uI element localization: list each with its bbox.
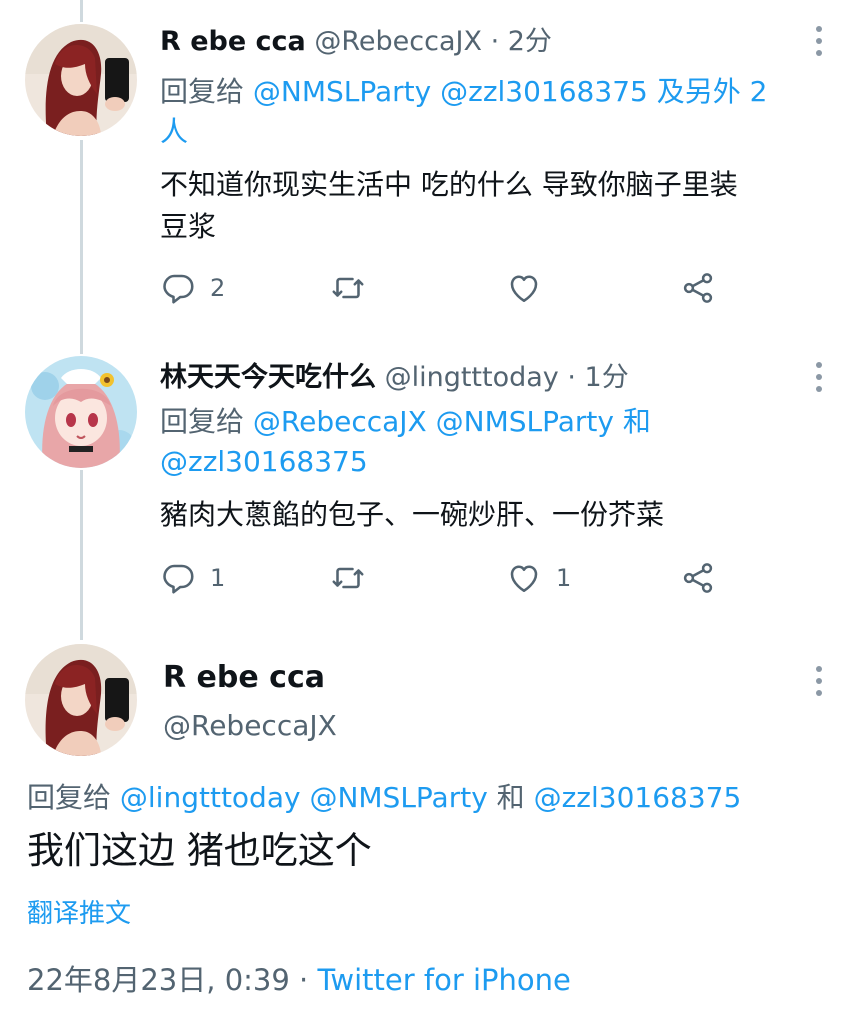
timestamp[interactable]: 2分 [508,26,552,57]
separator: · [558,362,585,393]
reply-mentions[interactable]: @NMSLParty @zzl30168375 及另外 2 [253,75,768,108]
display-name[interactable]: R ebe cca [163,658,325,698]
tweet-text-line: 豆浆 [160,210,217,243]
selfie-avatar-icon [25,24,137,136]
reply-count: 1 [210,564,226,592]
reply-tweet-1[interactable]: R ebe cca @RebeccaJX · 2分 回复给 @NMSLParty… [0,0,859,330]
share-button[interactable] [680,558,716,598]
more-icon[interactable] [815,26,823,62]
like-button[interactable]: 1 [506,558,571,598]
reply-icon [163,564,194,594]
more-icon[interactable] [815,666,823,702]
tweet-source[interactable]: Twitter for iPhone [317,963,570,997]
reply-mentions[interactable]: @RebeccaJX @NMSLParty 和 [253,405,651,438]
timestamp[interactable]: 1分 [585,362,629,393]
share-icon [683,563,713,593]
like-button[interactable] [506,268,556,308]
like-icon [510,565,538,593]
reply-button[interactable]: 1 [160,558,225,598]
reply-button[interactable]: 2 [160,268,225,308]
reply-to: 回复给 @NMSLParty @zzl30168375 及另外 2 人 [160,72,823,152]
reply-prefix: 回复给 [160,75,253,108]
separator: · [289,963,318,997]
reply-and: 和 [487,781,534,814]
reply-mentions[interactable]: @lingtttoday @NMSLParty [120,781,488,814]
anime-girl-avatar-icon [25,356,137,468]
reply-to: 回复给 @lingtttoday @NMSLParty 和 @zzl301683… [27,778,741,818]
more-icon[interactable] [815,362,823,398]
selfie-avatar-icon [25,644,137,756]
reply-mention-zzl[interactable]: @zzl30168375 [534,781,742,814]
share-icon [683,273,713,303]
reply-mentions-cont[interactable]: @zzl30168375 [160,442,823,482]
tweet-header: 林天天今天吃什么 @lingtttoday · 1分 [160,360,799,396]
retweet-button[interactable] [330,268,380,308]
handle[interactable]: @RebeccaJX [314,26,482,57]
main-tweet: R ebe cca @RebeccaJX 回复给 @lingtttoday @N… [0,640,859,1024]
reply-to: 回复给 @RebeccaJX @NMSLParty 和 @zzl30168375 [160,402,823,482]
retweet-icon [332,277,364,299]
like-icon [510,275,538,303]
display-name[interactable]: 林天天今天吃什么 [160,362,376,393]
retweet-icon [332,567,364,589]
reply-icon [163,274,194,304]
tweet-text-line: 不知道你现实生活中 吃的什么 导致你脑子里装 [160,168,738,201]
avatar[interactable] [25,356,137,468]
reply-prefix: 回复给 [160,405,253,438]
tweet-date[interactable]: 22年8月23日, 0:39 [27,963,290,997]
reply-mentions-cont[interactable]: 人 [160,112,823,152]
handle[interactable]: @RebeccaJX [163,706,337,746]
avatar[interactable] [25,24,137,136]
tweet-text: 我们这边 猪也吃这个 [27,829,372,872]
tweet-text: 不知道你现实生活中 吃的什么 导致你脑子里装 豆浆 [160,164,819,248]
reply-count: 2 [210,274,226,302]
handle[interactable]: @lingtttoday [385,362,559,393]
translate-link[interactable]: 翻译推文 [27,896,131,932]
display-name[interactable]: R ebe cca [160,26,306,57]
separator: · [481,26,508,57]
tweet-timestamp: 22年8月23日, 0:39 · Twitter for iPhone [27,960,571,1000]
reply-prefix: 回复给 [27,781,120,814]
like-count: 1 [556,564,572,592]
tweet-header: R ebe cca @RebeccaJX · 2分 [160,24,799,60]
tweet-text: 豬肉大蔥餡的包子、一碗炒肝、一份芥菜 [160,494,819,536]
tweet-text-line: 豬肉大蔥餡的包子、一碗炒肝、一份芥菜 [160,498,665,531]
reply-tweet-2[interactable]: 林天天今天吃什么 @lingtttoday · 1分 回复给 @RebeccaJ… [0,346,859,626]
avatar[interactable] [25,644,137,756]
share-button[interactable] [680,268,716,308]
retweet-button[interactable] [330,558,380,598]
